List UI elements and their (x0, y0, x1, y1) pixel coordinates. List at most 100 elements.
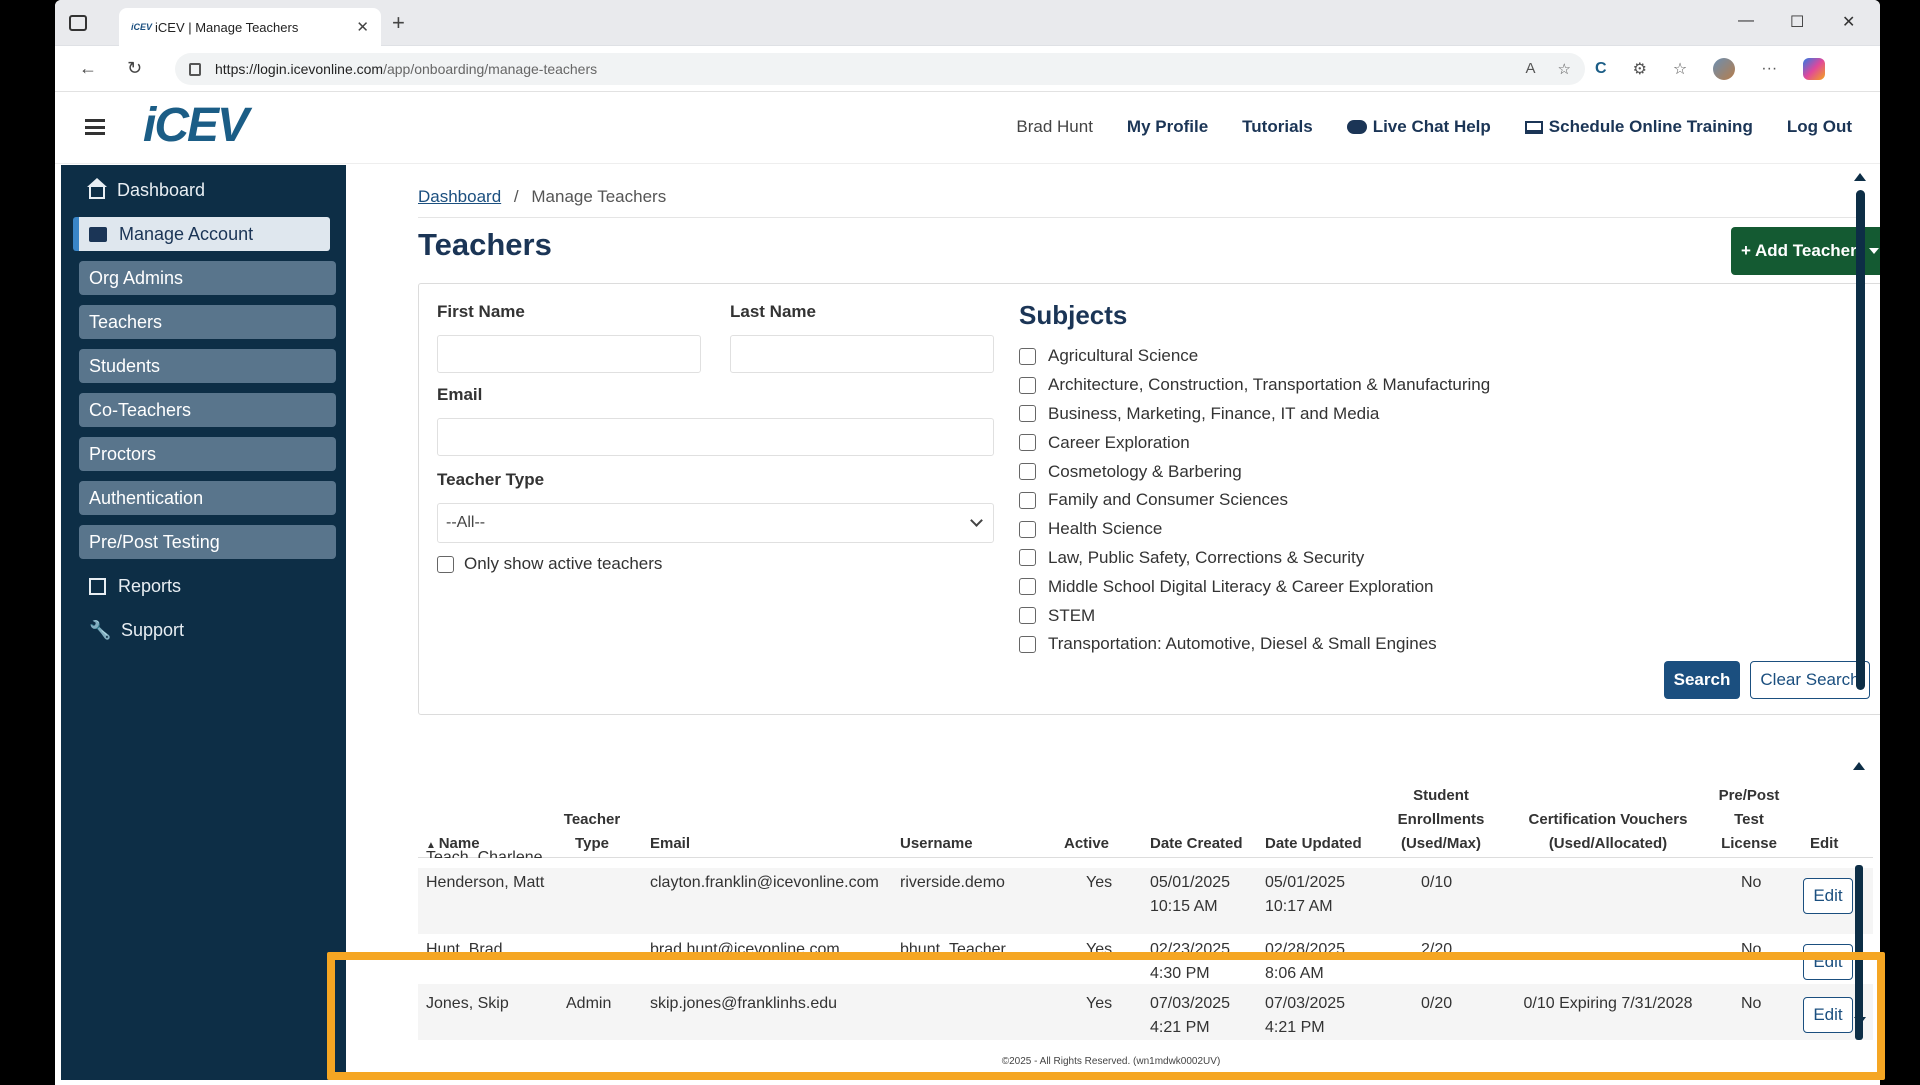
subject-checkbox[interactable] (1019, 520, 1036, 538)
extensions-icon[interactable]: ⚙ (1633, 59, 1647, 79)
subject-item[interactable]: Architecture, Construction, Transportati… (1019, 371, 1490, 400)
column-header-vouchers: Certification Vouchers (Used/Allocated) (1528, 811, 1688, 852)
active-only-checkbox-row[interactable]: Only show active teachers (437, 554, 662, 574)
schedule-training-link[interactable]: Schedule Online Training (1524, 117, 1753, 137)
add-teacher-label: + Add Teacher (1741, 241, 1857, 260)
column-header-edit: Edit (1810, 835, 1839, 852)
add-teacher-dropdown-caret-icon[interactable] (1869, 248, 1879, 254)
email-input[interactable] (437, 418, 994, 456)
tutorials-link[interactable]: Tutorials (1242, 117, 1313, 137)
subject-item[interactable]: Middle School Digital Literacy & Career … (1019, 572, 1490, 601)
sidebar-item-manage-account[interactable]: Manage Account (73, 217, 330, 251)
hamburger-menu-icon[interactable] (85, 119, 105, 135)
sidebar-item-support[interactable]: 🔧 Support (79, 613, 336, 647)
log-out-link[interactable]: Log Out (1787, 117, 1852, 137)
icev-logo[interactable]: iCEV (143, 98, 249, 153)
account-icon (89, 226, 107, 242)
subject-item[interactable]: Family and Consumer Sciences (1019, 486, 1490, 515)
cell-date-updated: 05/01/2025 10:17 AM (1265, 874, 1346, 915)
close-window-icon[interactable]: ✕ (1842, 12, 1855, 32)
subject-label: Career Exploration (1048, 432, 1190, 452)
active-only-label: Only show active teachers (464, 554, 663, 573)
last-name-input[interactable] (730, 335, 994, 373)
live-chat-link[interactable]: Live Chat Help (1346, 117, 1491, 137)
teacher-type-select[interactable]: --All-- (437, 503, 994, 543)
sidebar-item-proctors[interactable]: Proctors (79, 437, 336, 471)
breadcrumb: Dashboard / Manage Teachers (418, 187, 666, 207)
clear-search-button[interactable]: Clear Search (1750, 661, 1870, 699)
subject-item[interactable]: Agricultural Science (1019, 342, 1490, 371)
active-only-checkbox[interactable] (437, 555, 454, 573)
search-button[interactable]: Search (1664, 661, 1740, 699)
cell-license: No (1741, 874, 1762, 891)
extension-c-icon[interactable]: C (1595, 60, 1607, 78)
maximize-icon[interactable]: ☐ (1790, 12, 1804, 32)
subject-checkbox[interactable] (1019, 549, 1036, 567)
subject-item[interactable]: Cosmetology & Barbering (1019, 457, 1490, 486)
email-label: Email (437, 385, 483, 404)
subject-item[interactable]: Business, Marketing, Finance, IT and Med… (1019, 400, 1490, 429)
back-icon[interactable]: ← (79, 58, 97, 79)
subject-item[interactable]: Law, Public Safety, Corrections & Securi… (1019, 544, 1490, 573)
favorites-icon[interactable]: ☆ (1673, 59, 1687, 79)
live-chat-label: Live Chat Help (1372, 117, 1491, 136)
page-title: Teachers (418, 227, 552, 262)
chevron-down-icon (970, 514, 983, 527)
read-aloud-icon[interactable]: A (1526, 60, 1536, 78)
sidebar-item-pre-post-testing[interactable]: Pre/Post Testing (79, 525, 336, 559)
subject-label: Health Science (1048, 519, 1163, 539)
new-tab-icon[interactable]: + (392, 10, 405, 36)
subject-item[interactable]: Transportation: Automotive, Diesel & Sma… (1019, 630, 1490, 659)
subject-checkbox[interactable] (1019, 578, 1036, 596)
subject-label: Cosmetology & Barbering (1048, 461, 1242, 481)
subjects-title: Subjects (1019, 300, 1128, 330)
sidebar-item-teachers[interactable]: Teachers (79, 305, 336, 339)
reload-icon[interactable]: ↻ (127, 58, 142, 79)
table-row (418, 868, 1873, 934)
subject-item[interactable]: Health Science (1019, 515, 1490, 544)
sidebar-item-dashboard[interactable]: Dashboard (79, 173, 336, 207)
tab-actions-icon[interactable] (69, 15, 87, 31)
first-name-input[interactable] (437, 335, 701, 373)
laptop-icon (1524, 120, 1543, 134)
breadcrumb-dashboard-link[interactable]: Dashboard (418, 187, 501, 206)
subject-checkbox[interactable] (1019, 434, 1036, 452)
filter-panel: First Name Last Name Email Teacher Type … (418, 283, 1880, 715)
breadcrumb-divider (418, 217, 1858, 218)
profile-avatar-icon[interactable] (1713, 58, 1736, 80)
sidebar-item-reports[interactable]: Reports (79, 569, 336, 603)
subject-label: Architecture, Construction, Transportati… (1048, 375, 1491, 395)
favorite-star-icon[interactable]: ☆ (1558, 60, 1571, 78)
lock-icon[interactable] (189, 62, 201, 76)
sidebar-item-co-teachers[interactable]: Co-Teachers (79, 393, 336, 427)
sidebar-item-authentication[interactable]: Authentication (79, 481, 336, 515)
subject-checkbox[interactable] (1019, 635, 1036, 653)
subject-checkbox[interactable] (1019, 607, 1036, 625)
address-bar-row: ← ↻ https://login.icevonline.com/app/onb… (55, 46, 1880, 92)
page-scroll-up-icon[interactable] (1854, 173, 1866, 181)
subject-item[interactable]: STEM (1019, 601, 1490, 630)
subject-checkbox[interactable] (1019, 463, 1036, 481)
site-header: iCEV Brad Hunt My Profile Tutorials Live… (55, 92, 1880, 164)
subject-label: Transportation: Automotive, Diesel & Sma… (1048, 634, 1437, 654)
edit-button[interactable]: Edit (1803, 878, 1853, 914)
subject-checkbox[interactable] (1019, 405, 1036, 423)
minimize-icon[interactable]: — (1738, 12, 1754, 30)
subject-checkbox[interactable] (1019, 491, 1036, 509)
table-scroll-up-icon[interactable] (1853, 762, 1865, 770)
subject-label: Family and Consumer Sciences (1048, 490, 1288, 510)
more-menu-icon[interactable]: ··· (1761, 60, 1777, 78)
browser-tab[interactable]: iCEV iCEV | Manage Teachers ✕ (119, 8, 381, 46)
column-header-date-created: Date Created (1150, 835, 1243, 852)
sidebar-item-students[interactable]: Students (79, 349, 336, 383)
subject-checkbox[interactable] (1019, 347, 1036, 365)
first-name-label: First Name (437, 302, 525, 321)
sidebar-item-org-admins[interactable]: Org Admins (79, 261, 336, 295)
url-input[interactable]: https://login.icevonline.com/app/onboard… (175, 53, 1585, 85)
copilot-icon[interactable] (1803, 58, 1826, 80)
page-scrollbar-thumb[interactable] (1856, 190, 1865, 690)
subject-item[interactable]: Career Exploration (1019, 428, 1490, 457)
my-profile-link[interactable]: My Profile (1127, 117, 1208, 137)
close-tab-icon[interactable]: ✕ (356, 18, 369, 36)
subject-checkbox[interactable] (1019, 376, 1036, 394)
